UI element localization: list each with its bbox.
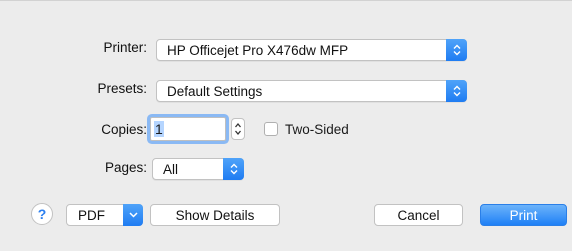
pages-select[interactable]: All <box>152 158 244 180</box>
print-dialog: Printer: HP Officejet Pro X476dw MFP Pre… <box>0 0 572 251</box>
updown-arrows-icon <box>446 80 467 102</box>
pdf-menu-button[interactable]: PDF <box>66 204 143 226</box>
help-button[interactable]: ? <box>31 203 53 225</box>
pdf-label: PDF <box>78 207 105 223</box>
cancel-button[interactable]: Cancel <box>374 204 463 226</box>
printer-value: HP Officejet Pro X476dw MFP <box>167 43 349 58</box>
two-sided-label: Two-Sided <box>285 122 349 137</box>
two-sided-checkbox[interactable] <box>264 122 278 136</box>
updown-arrows-icon <box>223 158 244 180</box>
chevron-down-icon <box>123 204 143 226</box>
window-edge <box>572 0 582 251</box>
copies-label: Copies: <box>101 122 147 137</box>
stepper-arrows-icon <box>235 122 241 136</box>
print-button[interactable]: Print <box>480 204 567 226</box>
copies-field[interactable]: 1 <box>150 117 226 141</box>
presets-label: Presets: <box>97 81 147 96</box>
pages-value: All <box>163 162 179 177</box>
pages-label: Pages: <box>104 160 147 175</box>
copies-stepper[interactable] <box>231 118 245 140</box>
presets-value: Default Settings <box>167 84 263 99</box>
updown-arrows-icon <box>446 39 467 61</box>
show-details-button[interactable]: Show Details <box>150 204 280 226</box>
printer-select[interactable]: HP Officejet Pro X476dw MFP <box>156 39 467 61</box>
copies-value: 1 <box>154 121 164 137</box>
presets-select[interactable]: Default Settings <box>156 80 467 102</box>
printer-label: Printer: <box>103 40 147 55</box>
